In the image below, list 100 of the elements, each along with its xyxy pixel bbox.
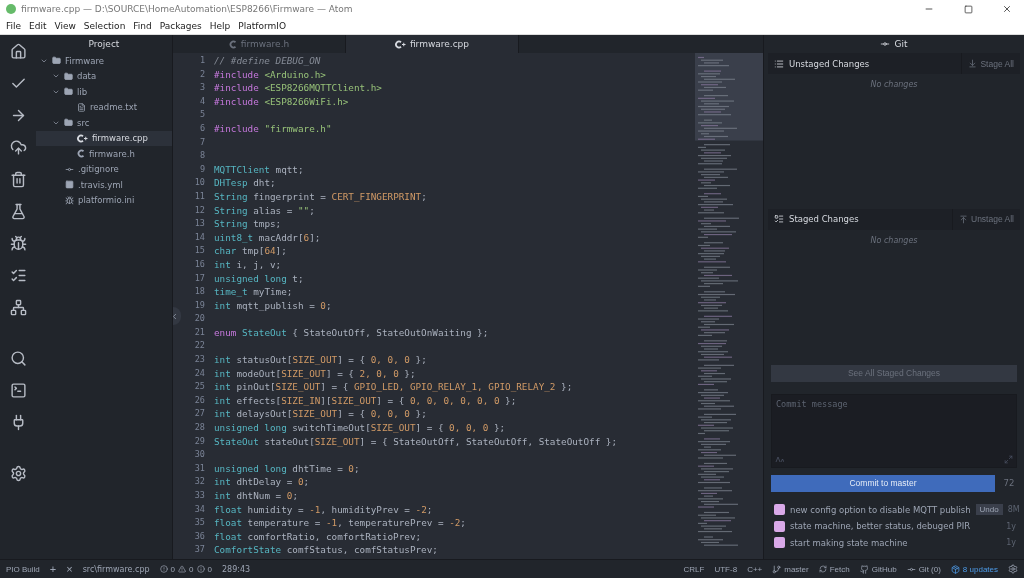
code-line: float comfortRatio, comfortRatioPrev;: [214, 529, 423, 544]
menu-item[interactable]: Find: [129, 21, 156, 31]
code-line: // #define DEBUG_ON: [214, 54, 322, 68]
cpp-file-icon: [394, 39, 406, 49]
menu-item[interactable]: Help: [205, 21, 235, 31]
code-line: float humidity = -1, humidityPrev = -2;: [214, 502, 434, 517]
folder-icon: [64, 71, 73, 81]
warning-icon: [178, 565, 187, 573]
tree-item[interactable]: data: [36, 68, 172, 84]
tree-item[interactable]: readme.txt: [36, 99, 172, 115]
line-number: 35: [193, 516, 206, 530]
git-button[interactable]: Git (0): [906, 564, 941, 574]
checklist-icon[interactable]: [9, 267, 27, 284]
commit-message: start making state machine: [790, 537, 909, 548]
diagnostics-button[interactable]: 0 0 0: [159, 564, 212, 574]
line-number: 17: [193, 271, 206, 285]
line-number: 14: [193, 230, 206, 244]
cat-logo-icon: [859, 564, 869, 574]
updates-button[interactable]: 8 updates: [950, 564, 998, 574]
info-icon: [196, 565, 205, 573]
github-button[interactable]: GitHub: [859, 564, 897, 574]
code-line: String fingerprint = CERT_FINGERPRINT;: [214, 189, 428, 204]
line-number: 30: [193, 448, 206, 462]
line-number: 27: [193, 407, 206, 421]
tree-item[interactable]: .travis.yml: [36, 177, 172, 193]
unstage-all-button[interactable]: Unstage All: [952, 208, 1020, 230]
close-terminal-button[interactable]: ×: [66, 563, 73, 575]
code-line: enum StateOut { StateOutOff, StateOutOnWaiting };: [214, 325, 490, 340]
tree-item[interactable]: Firmware: [36, 53, 172, 69]
code-line: String tmps;: [214, 217, 283, 231]
line-number: 15: [193, 244, 206, 258]
add-button[interactable]: +: [49, 563, 57, 575]
menu-item[interactable]: Selection: [79, 21, 130, 31]
commit-item[interactable]: state machine, better status, debuged PIR 1y: [764, 518, 1024, 535]
chevron-left-icon: [173, 311, 179, 321]
settings-icon[interactable]: [9, 465, 27, 482]
line-number: 11: [193, 189, 206, 203]
code-line: String alias = "";: [214, 203, 316, 218]
menu-item[interactable]: File: [2, 21, 26, 31]
line-number: 5: [198, 108, 206, 122]
avatar: [774, 504, 785, 516]
code-line: #include <ESP8266MQTTClient.h>: [214, 81, 383, 95]
settings-icon[interactable]: [1008, 564, 1018, 574]
tree-item[interactable]: src: [36, 115, 172, 131]
tree-item[interactable]: lib: [36, 84, 172, 100]
code-line: StateOut stateOut[SIZE_OUT] = { StateOutOff, StateOutOff, StateOutOff };: [214, 434, 619, 449]
cloud-upload-icon[interactable]: [9, 139, 27, 156]
tree-item[interactable]: .gitignore: [36, 161, 172, 177]
list-icon: [774, 58, 784, 69]
build-button[interactable]: PIO Build: [6, 564, 40, 574]
tree-item[interactable]: firmware.h: [36, 146, 172, 162]
encoding-button[interactable]: UTF-8: [714, 564, 738, 574]
code-line: int modeOut[SIZE_OUT] = { 2, 0, 0 };: [214, 366, 417, 381]
file-icon: [77, 102, 86, 112]
commit-message: state machine, better status, debuged PIR: [790, 521, 972, 532]
line-number: 10: [193, 176, 206, 190]
empty-message: No changes: [869, 80, 919, 89]
branch-button[interactable]: master: [772, 564, 809, 574]
commit-item[interactable]: start making state machine 1y: [764, 534, 1024, 551]
menu-item[interactable]: PlatformIO: [234, 21, 291, 31]
file-icon: [65, 180, 74, 190]
commit-item[interactable]: new config option to disable MQTT publish Undo 8M: [764, 501, 1024, 518]
line-number: 7: [198, 135, 206, 149]
tree-item[interactable]: platformio.ini: [36, 192, 172, 208]
fetch-button[interactable]: Fetch: [818, 564, 850, 574]
menu-item[interactable]: Edit: [25, 21, 51, 31]
grammar-button[interactable]: C++: [747, 564, 763, 574]
code-line: int i, j, v;: [214, 257, 283, 272]
search-icon[interactable]: [9, 350, 27, 367]
code-line: #include <ESP8266WiFi.h>: [214, 94, 350, 109]
trash-icon[interactable]: [9, 171, 27, 188]
line-number: 32: [193, 475, 206, 489]
line-number: 13: [193, 217, 206, 231]
bug-icon[interactable]: [9, 235, 27, 252]
file-path[interactable]: src\firmware.cpp: [82, 564, 150, 574]
home-icon[interactable]: [9, 43, 27, 60]
character-count: 72: [1002, 478, 1016, 488]
error-icon: [159, 565, 168, 573]
maximize-icon: [963, 4, 973, 14]
flask-icon[interactable]: [9, 203, 27, 220]
undo-button[interactable]: Undo: [975, 504, 1003, 516]
line-number: 9: [198, 162, 206, 176]
network-icon[interactable]: [9, 299, 27, 316]
tree-item[interactable]: firmware.cpp: [36, 130, 172, 146]
code-line: unsigned long switchTimeOut[SIZE_OUT] = { 0, 0, 0 };: [214, 421, 507, 435]
stage-all-button[interactable]: Stage All: [961, 53, 1020, 74]
c-file-icon: [228, 39, 237, 49]
commit-button[interactable]: Commit to master: [771, 474, 995, 492]
cursor-position[interactable]: 289:43: [221, 564, 251, 574]
editor-tab[interactable]: firmware.cpp: [346, 35, 519, 53]
app-logo-icon: [6, 4, 16, 14]
terminal-icon[interactable]: [9, 382, 27, 399]
menu-item[interactable]: Packages: [155, 21, 206, 31]
commit-time: 1y: [1005, 521, 1016, 531]
code-line: int statusOut[SIZE_OUT] = { 0, 0, 0 };: [214, 353, 428, 367]
line-ending-button[interactable]: CRLF: [683, 564, 705, 574]
close-icon: [1002, 4, 1012, 14]
menu-item[interactable]: View: [50, 21, 80, 31]
code-line: int dhtNum = 0;: [214, 489, 299, 503]
code-line: float temperature = -1, temperaturePrev = -2;: [214, 516, 467, 530]
